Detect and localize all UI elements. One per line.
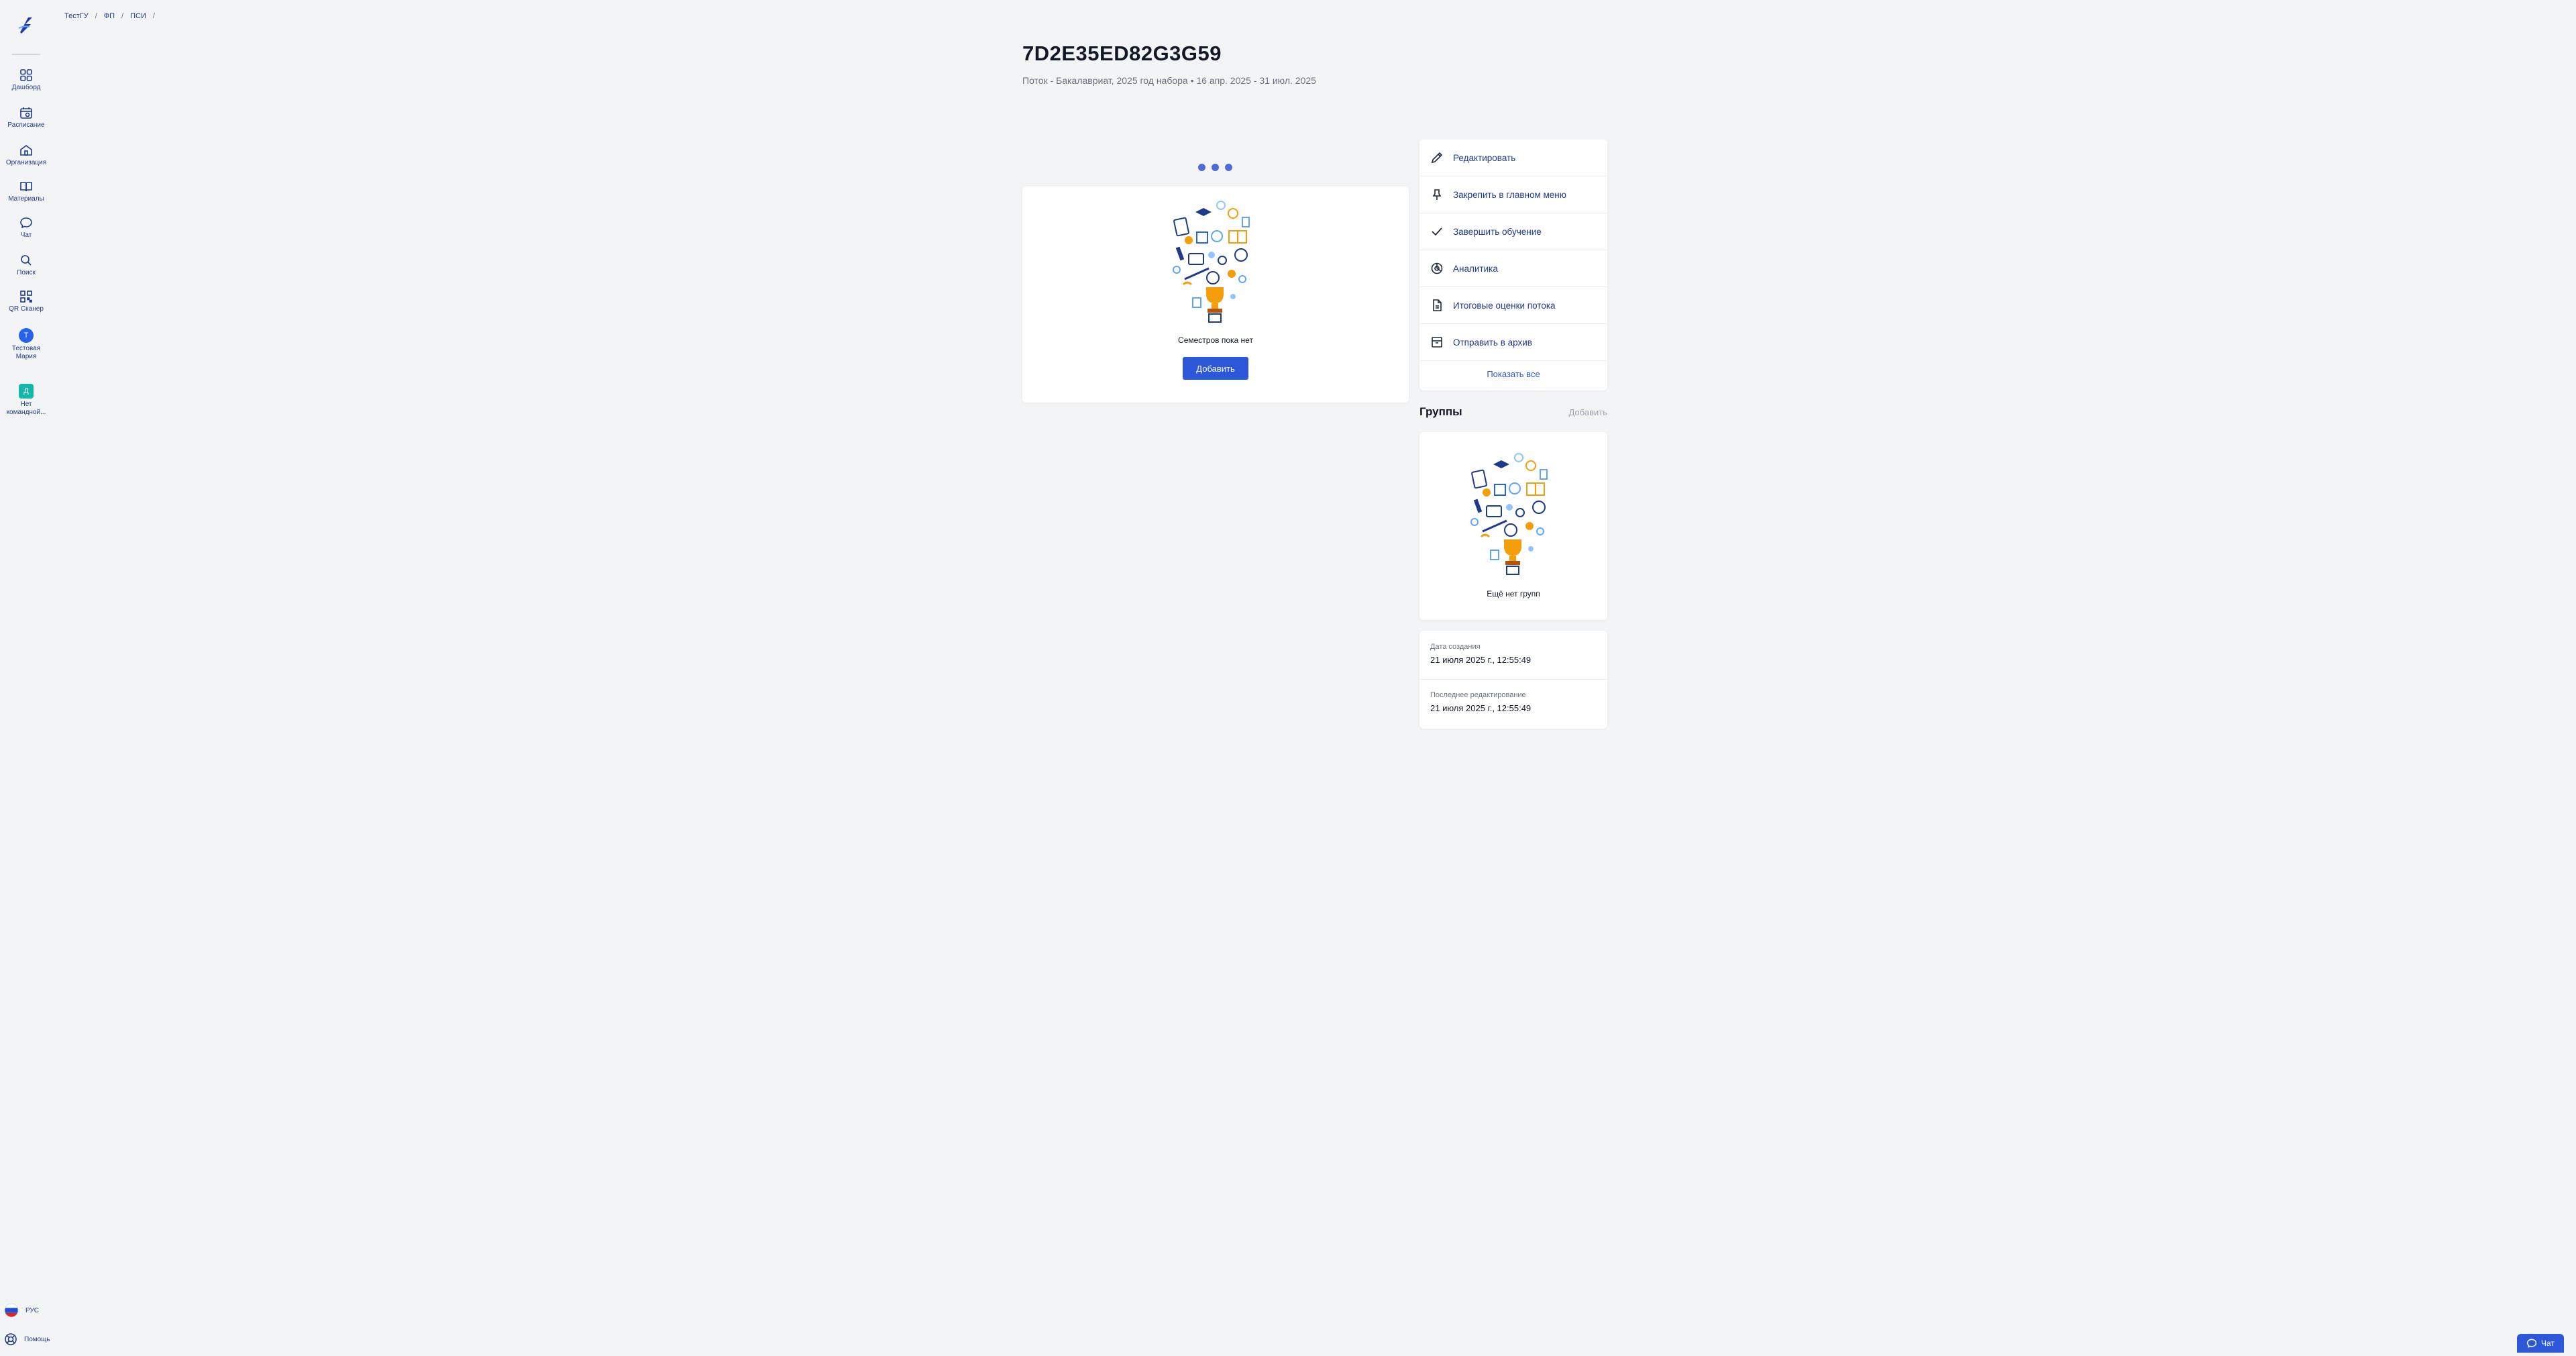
- created-label: Дата создания: [1430, 643, 1481, 651]
- page-subtitle: Поток - Бакалавриат, 2025 год набора • 1…: [1022, 75, 1316, 86]
- action-label: Завершить обучение: [1453, 226, 1542, 237]
- sidebar-item-label: Поиск: [17, 269, 36, 276]
- divider: [1419, 679, 1607, 680]
- edited-label: Последнее редактирование: [1430, 691, 1526, 699]
- language-label: РУС: [25, 1306, 40, 1314]
- action-pin[interactable]: Закрепить в главном меню: [1419, 176, 1607, 213]
- action-archive[interactable]: Отправить в архив: [1419, 324, 1607, 361]
- check-icon: [1432, 227, 1442, 236]
- analytics-icon: [1431, 262, 1443, 274]
- russian-flag-icon: [4, 1303, 19, 1318]
- book-icon: [20, 182, 32, 192]
- empty-state-illustration: [1173, 201, 1250, 323]
- empty-semesters-text: Семестров пока нет: [1178, 335, 1253, 345]
- chat-icon: [2526, 1339, 2537, 1348]
- document-icon: [1433, 299, 1442, 311]
- loading-dot: [1225, 164, 1232, 171]
- avatar: Т: [19, 328, 34, 343]
- sidebar-item-team[interactable]: Д Нет командной...: [0, 384, 52, 417]
- archive-icon: [1432, 337, 1442, 348]
- add-group-button[interactable]: Добавить: [1569, 407, 1607, 417]
- breadcrumb-separator: /: [95, 12, 97, 20]
- add-semester-button[interactable]: Добавить: [1183, 357, 1248, 380]
- action-edit[interactable]: Редактировать: [1419, 140, 1607, 176]
- loading-indicator: [1198, 164, 1232, 171]
- edited-row: Последнее редактирование 21 июля 2025 г.…: [1430, 691, 1531, 713]
- action-label: Закрепить в главном меню: [1453, 189, 1566, 200]
- sidebar-item-profile[interactable]: Т Тестовая Мария: [0, 328, 52, 361]
- sidebar-item-label: QR Сканер: [9, 305, 44, 313]
- chat-widget-button[interactable]: Чат: [2517, 1334, 2564, 1353]
- sidebar-divider: [12, 54, 40, 55]
- language-switcher[interactable]: РУС: [4, 1303, 39, 1318]
- chat-icon: [20, 217, 32, 229]
- action-finish-education[interactable]: Завершить обучение: [1419, 213, 1607, 250]
- action-label: Итоговые оценки потока: [1453, 300, 1556, 311]
- sidebar-item-materials[interactable]: Материалы: [0, 180, 52, 203]
- sidebar-item-search[interactable]: Поиск: [0, 254, 52, 277]
- sidebar-item-label: Материалы: [8, 195, 44, 203]
- breadcrumb-item[interactable]: ТестГУ: [64, 12, 89, 20]
- action-analytics[interactable]: Аналитика: [1419, 250, 1607, 287]
- sidebar-item-dashboard[interactable]: Дашборд: [0, 68, 52, 92]
- sidebar-item-label: Чат: [20, 231, 32, 239]
- empty-groups-text: Ещё нет групп: [1487, 589, 1540, 598]
- profile-label: Тестовая Мария: [11, 345, 41, 360]
- empty-state-illustration: [1470, 453, 1548, 575]
- loading-dot: [1212, 164, 1219, 171]
- team-label: Нет командной...: [6, 401, 46, 416]
- pencil-icon: [1431, 152, 1443, 164]
- qr-icon: [20, 291, 32, 303]
- created-row: Дата создания 21 июля 2025 г., 12:55:49: [1430, 643, 1531, 665]
- search-icon: [21, 255, 32, 266]
- team-badge: Д: [19, 384, 34, 399]
- action-label: Отправить в архив: [1453, 337, 1532, 348]
- chat-button-label: Чат: [2541, 1339, 2555, 1348]
- meta-card: Дата создания 21 июля 2025 г., 12:55:49 …: [1419, 631, 1607, 729]
- breadcrumb: ТестГУ / ФП / ПСИ /: [64, 12, 155, 20]
- created-value: 21 июля 2025 г., 12:55:49: [1430, 655, 1532, 665]
- lifebuoy-icon: [5, 1333, 17, 1345]
- loading-dot: [1198, 164, 1205, 171]
- page-title: 7D2E35ED82G3G59: [1022, 42, 1222, 65]
- sidebar-item-chat[interactable]: Чат: [0, 216, 52, 240]
- help-label: Помощь: [24, 1335, 50, 1343]
- building-icon: [20, 145, 32, 156]
- groups-header: Группы Добавить: [1419, 405, 1607, 419]
- sidebar-item-label: Организация: [5, 159, 47, 166]
- help-link[interactable]: Помощь: [4, 1333, 50, 1346]
- groups-title: Группы: [1419, 405, 1462, 418]
- semesters-card: Семестров пока нет Добавить: [1022, 187, 1409, 403]
- calendar-icon: [20, 107, 32, 119]
- sidebar: Дашборд Расписание Организация Материалы…: [0, 0, 52, 1356]
- sidebar-item-qr-scanner[interactable]: QR Сканер: [0, 290, 52, 313]
- action-label: Редактировать: [1453, 152, 1516, 163]
- actions-card: Редактировать Закрепить в главном меню З…: [1419, 140, 1607, 390]
- edited-value: 21 июля 2025 г., 12:55:49: [1430, 703, 1532, 713]
- app-logo[interactable]: [15, 13, 38, 36]
- breadcrumb-separator: /: [121, 12, 124, 20]
- sidebar-item-organization[interactable]: Организация: [0, 144, 52, 167]
- breadcrumb-item[interactable]: ПСИ: [130, 12, 146, 20]
- breadcrumb-item[interactable]: ФП: [104, 12, 115, 20]
- breadcrumb-separator: /: [152, 12, 155, 20]
- sidebar-item-label: Расписание: [7, 121, 45, 129]
- show-all-link[interactable]: Показать все: [1419, 369, 1607, 379]
- sidebar-item-label: Дашборд: [11, 84, 41, 91]
- action-label: Аналитика: [1453, 263, 1498, 274]
- dashboard-icon: [20, 69, 32, 81]
- sidebar-item-schedule[interactable]: Расписание: [0, 106, 52, 129]
- pin-icon: [1432, 189, 1442, 200]
- groups-card: Ещё нет групп: [1419, 432, 1607, 620]
- action-final-grades[interactable]: Итоговые оценки потока: [1419, 287, 1607, 324]
